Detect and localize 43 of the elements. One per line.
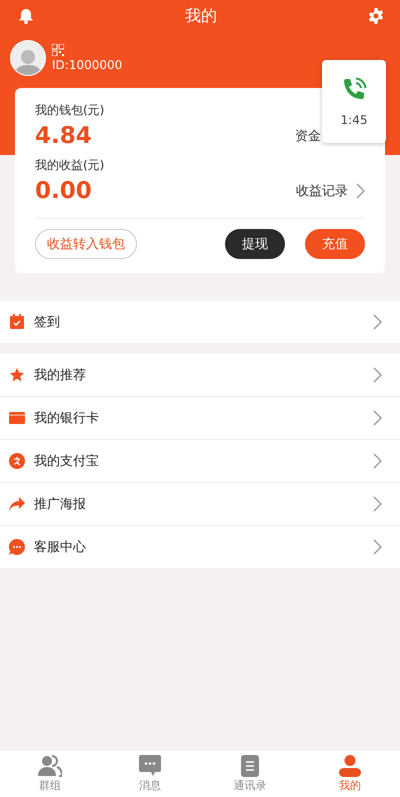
call-duration: 1:45 bbox=[340, 112, 368, 126]
payment-icon bbox=[9, 453, 25, 469]
contacts-icon bbox=[241, 755, 259, 777]
wallet-link[interactable]: 资金 bbox=[295, 127, 321, 145]
bell-icon[interactable] bbox=[18, 8, 34, 24]
people-icon bbox=[38, 755, 62, 777]
menu-item[interactable]: 客服中心 bbox=[0, 526, 400, 568]
nav-tab[interactable]: 通讯录 bbox=[200, 751, 300, 797]
menu-item[interactable]: 我的银行卡 bbox=[0, 397, 400, 440]
page-title: 我的 bbox=[185, 6, 217, 26]
settings-icon[interactable] bbox=[368, 8, 384, 24]
nav-tab[interactable]: 群组 bbox=[0, 751, 100, 797]
chevron-right-icon bbox=[356, 183, 365, 199]
wallet-label: 我的钱包(元) bbox=[35, 102, 106, 119]
message-icon bbox=[139, 755, 161, 777]
card-icon bbox=[9, 412, 25, 424]
chevron-right-icon bbox=[373, 367, 382, 383]
star-icon bbox=[9, 367, 25, 383]
menu-item[interactable]: 推广海报 bbox=[0, 483, 400, 526]
chevron-right-icon bbox=[373, 496, 382, 512]
recharge-button[interactable]: 充值 bbox=[305, 229, 365, 259]
calendar-icon bbox=[9, 314, 25, 330]
nav-tab[interactable]: 消息 bbox=[100, 751, 200, 797]
chevron-right-icon bbox=[373, 314, 382, 330]
share-arrow-icon bbox=[9, 497, 25, 511]
menu-item[interactable]: 签到 bbox=[0, 301, 400, 343]
menu-item[interactable]: 我的支付宝 bbox=[0, 440, 400, 483]
chevron-right-icon bbox=[373, 539, 382, 555]
user-id: ID:1000000 bbox=[52, 58, 122, 72]
chevron-right-icon bbox=[373, 453, 382, 469]
income-label: 我的收益(元) bbox=[35, 157, 106, 174]
income-amount: 0.00 bbox=[35, 178, 92, 204]
transfer-button[interactable]: 收益转入钱包 bbox=[35, 229, 137, 259]
chat-icon bbox=[9, 539, 25, 555]
withdraw-button[interactable]: 提现 bbox=[225, 229, 285, 259]
nav-tab[interactable]: 我的 bbox=[300, 751, 400, 797]
qr-code-icon[interactable] bbox=[52, 44, 64, 56]
avatar[interactable] bbox=[10, 40, 46, 76]
person-icon bbox=[338, 755, 362, 777]
wallet-amount: 4.84 bbox=[35, 123, 92, 149]
income-link[interactable]: 收益记录 bbox=[296, 182, 365, 200]
menu-item[interactable]: 我的推荐 bbox=[0, 354, 400, 397]
chevron-right-icon bbox=[373, 410, 382, 426]
